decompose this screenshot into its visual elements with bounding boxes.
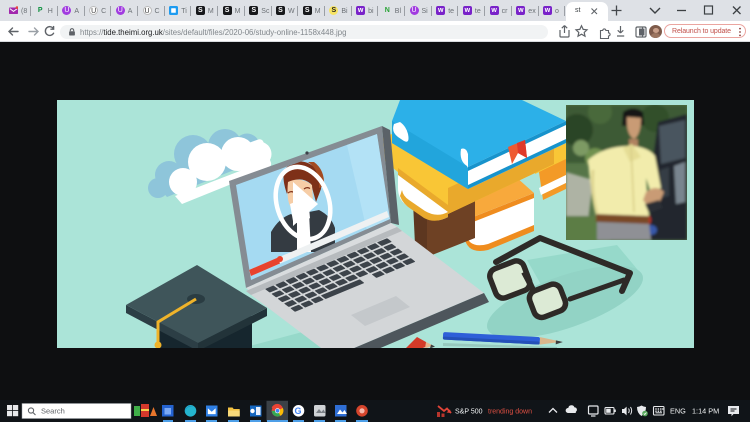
svg-text:G: G <box>295 406 302 416</box>
svg-text:ENG: ENG <box>670 407 686 416</box>
svg-text:1:14 PM: 1:14 PM <box>692 407 719 416</box>
svg-text:Search: Search <box>41 407 65 416</box>
svg-text:trending down: trending down <box>488 408 532 415</box>
svg-text:S&P 500: S&P 500 <box>455 408 483 415</box>
